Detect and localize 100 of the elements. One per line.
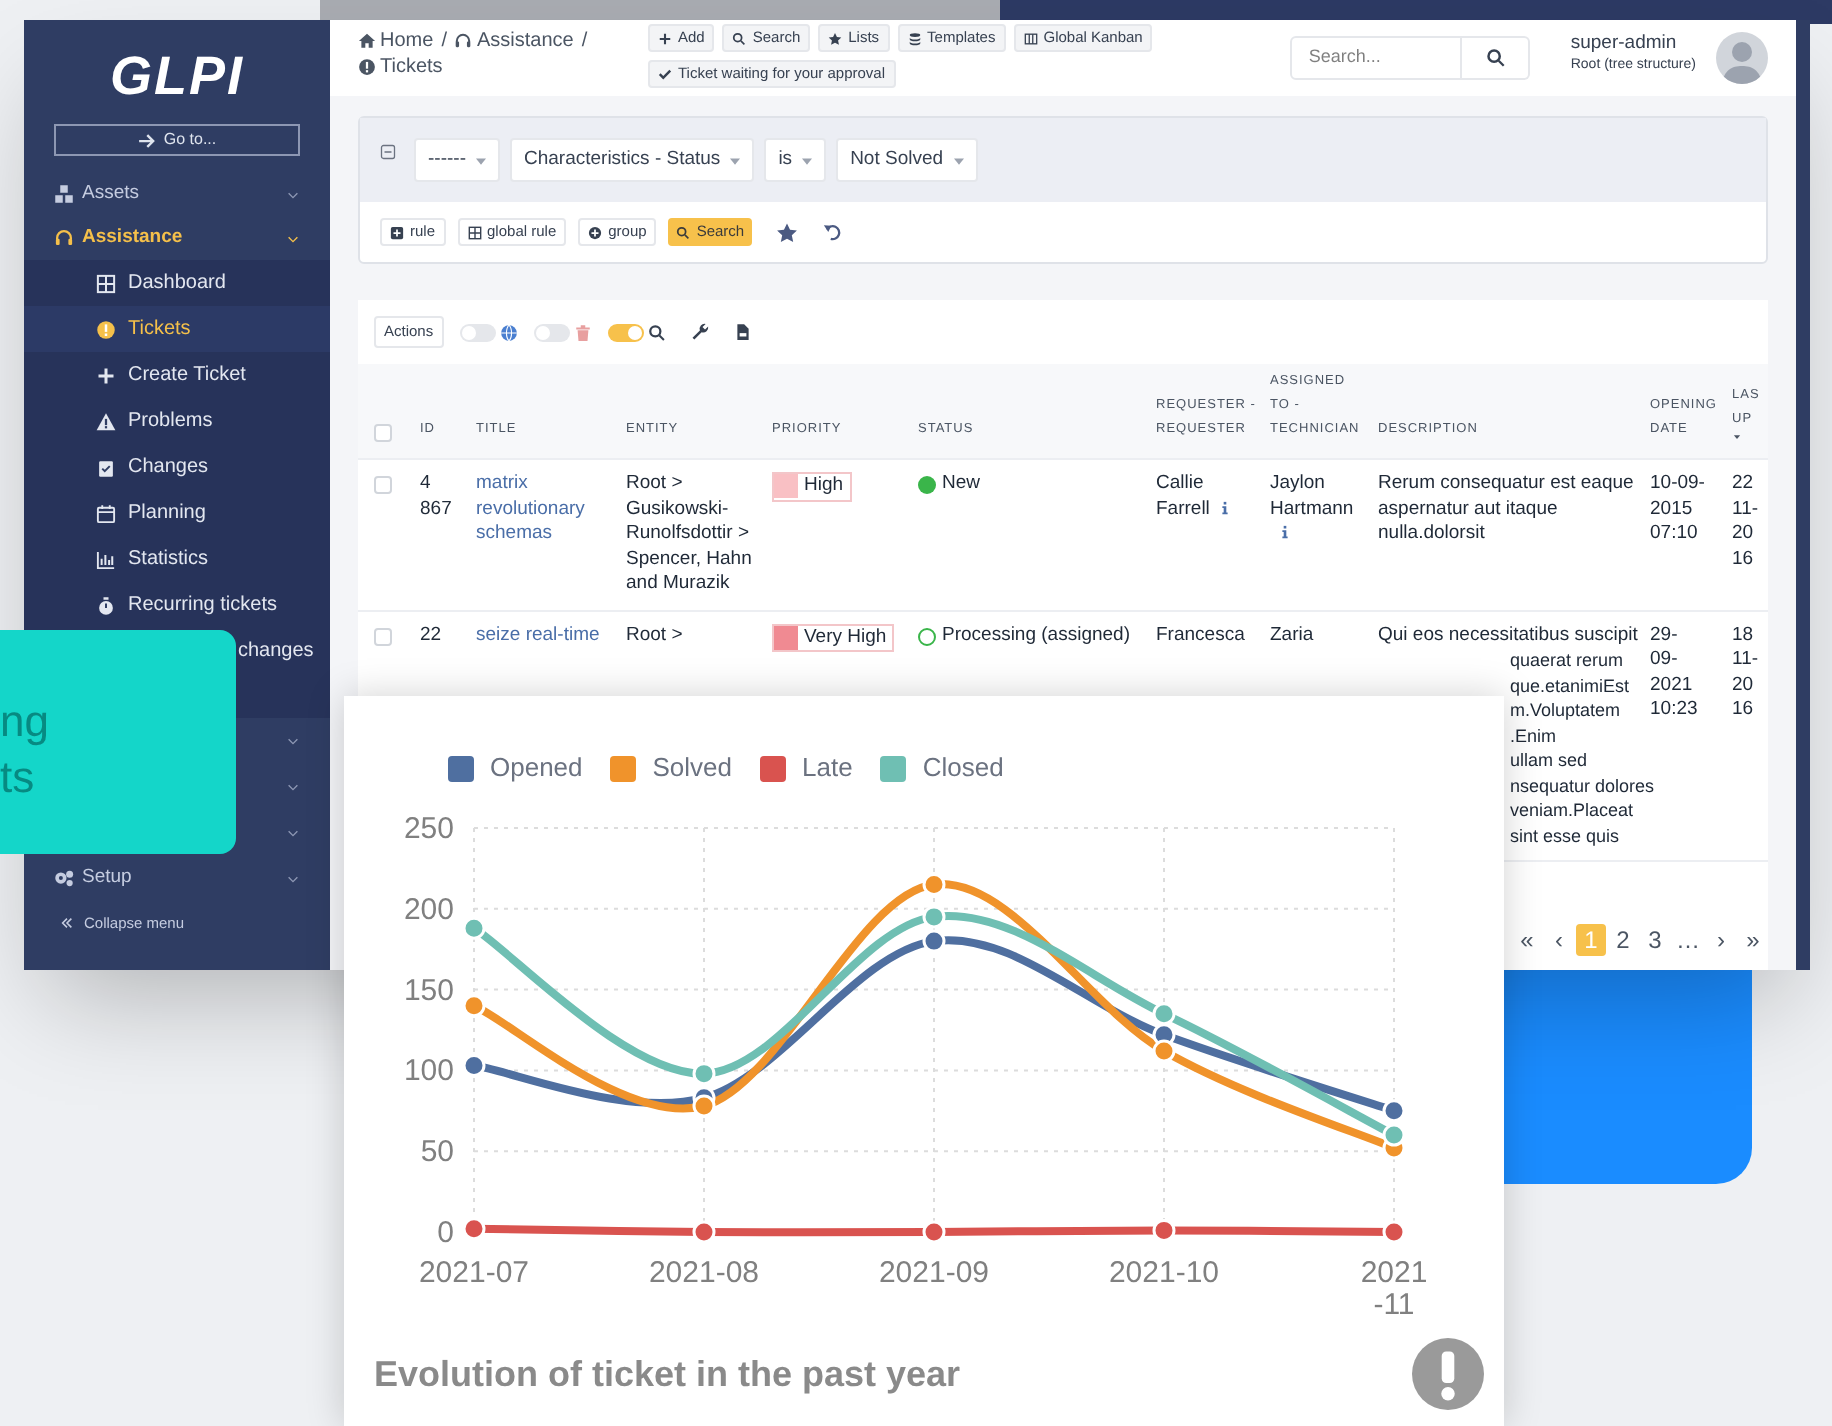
y-tick-label: 0 <box>437 1216 454 1250</box>
submenu-item[interactable]: Statistics <box>24 536 330 582</box>
chevron-down-icon[interactable] <box>286 231 300 245</box>
y-tick-label: 50 <box>420 1135 454 1170</box>
person-name: Francesca <box>1156 623 1245 645</box>
status-label: New <box>942 472 981 497</box>
check-icon <box>658 67 672 81</box>
caret-icon <box>802 155 813 165</box>
y-tick-label: 200 <box>403 892 454 927</box>
person-name: Zaria <box>1270 623 1314 645</box>
search-icon[interactable] <box>647 323 666 341</box>
undo-icon[interactable] <box>822 222 843 242</box>
x-tick-label: 2021-09 <box>878 1256 990 1290</box>
double-chevron-icon <box>60 916 74 930</box>
trash-icon[interactable] <box>573 323 592 341</box>
file-icon[interactable] <box>733 322 752 342</box>
gears-icon <box>54 868 74 888</box>
person-name: Jaylon Hartmann <box>1270 472 1354 519</box>
x-tick-label: 2021-07 <box>418 1256 530 1290</box>
ticket-title-link[interactable]: matrix revolutionary schemas <box>476 472 626 547</box>
plus-icon <box>658 31 672 45</box>
stack-icon <box>907 31 922 45</box>
table-cell-text: Root > <box>626 623 685 648</box>
breadcrumb-separator: / <box>581 28 588 54</box>
goto-button[interactable]: Go to... <box>54 124 300 156</box>
dropdown[interactable]: is <box>764 138 827 182</box>
info-icon[interactable] <box>1278 524 1292 541</box>
table-cell-text: Root > Gusikowski-Runolfsdottir > Spencer, Hahn and Murazik <box>626 472 754 597</box>
plus-circle-icon <box>588 225 603 239</box>
table-cell-text: 22 11- 20 16 <box>1732 472 1761 572</box>
globe-icon[interactable] <box>499 323 518 341</box>
checkbox[interactable] <box>374 424 392 442</box>
headset-icon <box>454 32 473 50</box>
breadcrumb-link[interactable]: Assistance <box>454 28 574 54</box>
avatar[interactable] <box>1716 32 1768 84</box>
columns-icon <box>1023 31 1038 45</box>
dropdown[interactable]: Not Solved <box>836 138 978 182</box>
stopwatch-icon <box>96 595 116 615</box>
house-icon <box>358 32 376 50</box>
checkbox[interactable] <box>374 627 392 645</box>
star-icon <box>828 31 843 45</box>
sidebar-item[interactable]: Assets <box>24 172 330 216</box>
logo-text: GLPI <box>109 48 244 104</box>
data-point <box>462 1054 486 1078</box>
search-button[interactable] <box>1462 36 1531 80</box>
collapse-icon[interactable] <box>380 144 396 160</box>
sidebar-item[interactable]: Setup <box>24 856 330 900</box>
data-point <box>692 1062 716 1086</box>
chevron-down-icon[interactable] <box>286 734 300 748</box>
info-icon[interactable] <box>1217 499 1232 516</box>
submenu-item[interactable]: Tickets <box>24 306 330 352</box>
submenu-item[interactable]: Planning <box>24 490 330 536</box>
clipboard-icon <box>96 457 116 477</box>
plus-icon <box>96 365 116 385</box>
dropdown[interactable]: ------ <box>414 138 500 182</box>
submenu-item[interactable]: Changes <box>24 444 330 490</box>
toggle-switch[interactable] <box>459 323 496 341</box>
chevron-down-icon[interactable] <box>286 780 300 794</box>
checkbox[interactable] <box>374 476 392 494</box>
exclamation-circle-icon[interactable] <box>1412 1338 1484 1410</box>
submenu-item[interactable]: Dashboard <box>24 260 330 306</box>
search-field[interactable]: Search... <box>1290 36 1463 80</box>
table-cell-text: 10-09- 2015 07:10 <box>1650 472 1707 547</box>
search-icon <box>676 225 691 239</box>
toggle-switch[interactable] <box>533 323 570 341</box>
breadcrumb-link[interactable]: Home <box>358 28 434 54</box>
promo-text: ng <box>0 694 49 750</box>
headset-icon <box>54 228 74 248</box>
grid-icon <box>467 225 482 239</box>
page-link[interactable]: ‹ <box>1544 924 1574 956</box>
page-link[interactable]: » <box>1738 924 1768 956</box>
person-name: Callie Farrell <box>1156 472 1210 519</box>
wrench-icon[interactable] <box>689 322 710 342</box>
breadcrumb-link[interactable]: Tickets <box>358 54 443 80</box>
star-icon[interactable] <box>776 221 799 243</box>
table-cell-text: 18 11- 20 16 <box>1732 623 1761 723</box>
page-link[interactable]: › <box>1706 924 1736 956</box>
submenu-item[interactable]: Problems <box>24 398 330 444</box>
page-link[interactable]: 3 <box>1640 924 1670 956</box>
chevron-down-icon[interactable] <box>286 826 300 840</box>
ticket-title-link[interactable]: seize real-time <box>476 623 626 648</box>
submenu-item[interactable]: Create Ticket <box>24 352 330 398</box>
data-point <box>462 994 486 1018</box>
submenu-item[interactable]: changes <box>238 628 314 674</box>
chevron-down-icon[interactable] <box>286 871 300 885</box>
page-link[interactable]: « <box>1512 924 1542 956</box>
dropdown[interactable]: Characteristics - Status <box>509 138 755 182</box>
toggle-switch[interactable] <box>607 323 644 341</box>
search-icon <box>1485 48 1506 68</box>
sort-caret-icon[interactable] <box>1732 432 1742 442</box>
chart-title: Evolution of ticket in the past year <box>374 1351 961 1398</box>
page-link[interactable]: 2 <box>1608 924 1638 956</box>
data-point <box>692 1094 716 1118</box>
page-link[interactable]: … <box>1672 924 1704 956</box>
table-cell-text: 29- 09- 2021 10:23 <box>1650 623 1700 723</box>
chevron-down-icon[interactable] <box>286 187 300 201</box>
sidebar-item[interactable]: Assistance <box>24 216 330 260</box>
status-label: Processing (assigned) <box>942 623 1130 648</box>
submenu-item[interactable]: Recurring tickets <box>24 582 330 628</box>
x-tick-label: 2021-11 <box>1360 1256 1428 1322</box>
